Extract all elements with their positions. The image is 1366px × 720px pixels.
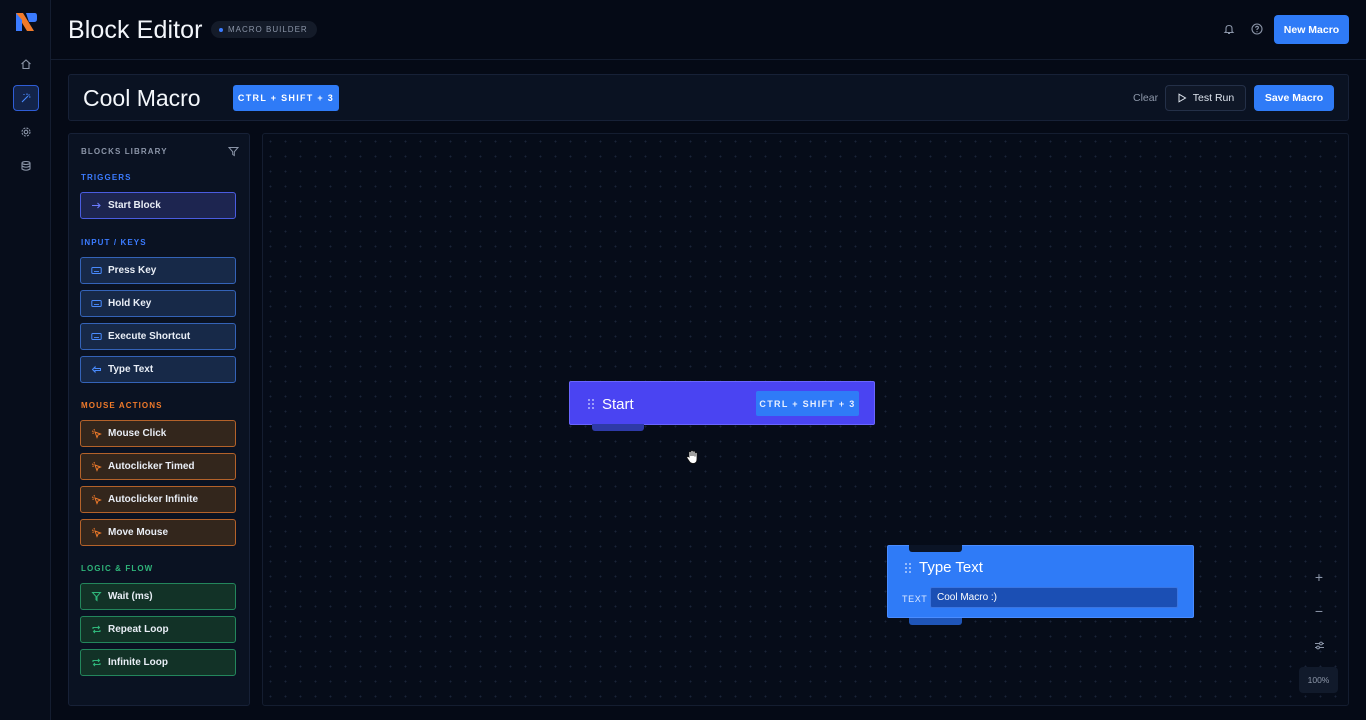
- pointer-click-icon: [91, 428, 102, 439]
- sliders-icon: [1314, 641, 1324, 649]
- test-run-label: Test Run: [1192, 92, 1235, 104]
- wand-icon: [21, 93, 31, 103]
- block-label: Repeat Loop: [108, 624, 169, 635]
- block-start[interactable]: Start Block: [80, 192, 236, 219]
- arrow-right-icon: [92, 202, 101, 209]
- category-triggers: TRIGGERS: [81, 173, 132, 182]
- block-label: Mouse Click: [108, 428, 167, 439]
- block-wait[interactable]: Wait (ms): [80, 583, 236, 610]
- nav-settings[interactable]: [13, 119, 39, 145]
- keyboard-icon: [91, 267, 102, 274]
- home-icon: [21, 59, 31, 70]
- block-repeat-loop[interactable]: Repeat Loop: [80, 616, 236, 643]
- block-label: Autoclicker Infinite: [108, 494, 199, 505]
- type-text-node-input-connector[interactable]: [909, 545, 962, 552]
- database-icon: [21, 160, 31, 171]
- blocks-library: BLOCKS LIBRARY TRIGGERS Start Block INPU…: [68, 133, 250, 706]
- start-node-shortcut[interactable]: CTRL + SHIFT + 3: [756, 391, 859, 416]
- zoom-in-button[interactable]: +: [1311, 569, 1327, 585]
- block-label: Infinite Loop: [108, 657, 168, 668]
- start-node-title: Start: [602, 396, 634, 413]
- block-label: Execute Shortcut: [108, 331, 191, 342]
- block-label: Autoclicker Timed: [108, 461, 195, 472]
- library-title: BLOCKS LIBRARY: [81, 147, 168, 156]
- zoom-out-button[interactable]: −: [1311, 603, 1327, 619]
- macro-name[interactable]: Cool Macro: [83, 85, 201, 112]
- keyboard-icon: [91, 300, 102, 307]
- top-header: Block Editor MACRO BUILDER New Macro: [51, 0, 1366, 60]
- pointer-click-icon: [91, 494, 102, 505]
- play-icon: [1178, 93, 1187, 103]
- block-execute-shortcut[interactable]: Execute Shortcut: [80, 323, 236, 350]
- editor-canvas[interactable]: Start CTRL + SHIFT + 3 Type Text TEXT Co…: [262, 133, 1349, 706]
- nav-home[interactable]: [13, 51, 39, 77]
- block-autoclicker-timed[interactable]: Autoclicker Timed: [80, 453, 236, 480]
- type-text-node-output-connector[interactable]: [909, 618, 962, 625]
- badge-label: MACRO BUILDER: [228, 25, 308, 34]
- keyboard-icon: [91, 333, 102, 340]
- gear-icon: [21, 127, 31, 137]
- notifications-button[interactable]: [1222, 22, 1236, 36]
- drag-handle-icon[interactable]: [587, 398, 595, 410]
- category-logic-flow: LOGIC & FLOW: [81, 564, 154, 573]
- hourglass-icon: [91, 592, 102, 602]
- repeat-icon: [92, 625, 101, 634]
- macro-shortcut-chip[interactable]: CTRL + SHIFT + 3: [233, 85, 339, 111]
- block-label: Move Mouse: [108, 527, 169, 538]
- block-hold-key[interactable]: Hold Key: [80, 290, 236, 317]
- block-mouse-click[interactable]: Mouse Click: [80, 420, 236, 447]
- block-label: Start Block: [108, 200, 161, 211]
- badge-dot-icon: [219, 27, 223, 32]
- block-label: Wait (ms): [108, 591, 153, 602]
- type-text-node[interactable]: Type Text TEXT Cool Macro :): [887, 545, 1194, 625]
- type-icon: [91, 365, 101, 374]
- canvas-settings-button[interactable]: [1311, 637, 1327, 653]
- bell-icon: [1223, 24, 1235, 35]
- drag-handle-icon[interactable]: [904, 562, 912, 574]
- block-label: Type Text: [108, 364, 154, 375]
- block-autoclicker-infinite[interactable]: Autoclicker Infinite: [80, 486, 236, 513]
- app-logo-icon[interactable]: [14, 11, 38, 33]
- filter-icon[interactable]: [228, 146, 239, 157]
- macro-toolbar: Cool Macro CTRL + SHIFT + 3 Clear Test R…: [68, 74, 1349, 121]
- block-type-text[interactable]: Type Text: [80, 356, 236, 383]
- pointer-click-icon: [91, 461, 102, 472]
- left-rail: [0, 0, 51, 720]
- hand-cursor-icon: [686, 450, 698, 464]
- block-label: Hold Key: [108, 298, 152, 309]
- macro-builder-badge: MACRO BUILDER: [211, 21, 317, 38]
- page-title: Block Editor: [68, 16, 203, 44]
- start-node[interactable]: Start CTRL + SHIFT + 3: [569, 381, 875, 431]
- block-label: Press Key: [108, 265, 157, 276]
- type-text-node-title: Type Text: [919, 559, 983, 576]
- category-input-keys: INPUT / KEYS: [81, 238, 147, 247]
- text-field-input[interactable]: Cool Macro :): [930, 587, 1178, 608]
- block-press-key[interactable]: Press Key: [80, 257, 236, 284]
- block-infinite-loop[interactable]: Infinite Loop: [80, 649, 236, 676]
- help-button[interactable]: [1250, 22, 1264, 36]
- help-icon: [1251, 23, 1263, 35]
- zoom-level[interactable]: 100%: [1299, 667, 1338, 693]
- category-mouse-actions: MOUSE ACTIONS: [81, 401, 163, 410]
- test-run-button[interactable]: Test Run: [1165, 85, 1246, 111]
- nav-block-editor[interactable]: [13, 85, 39, 111]
- save-macro-button[interactable]: Save Macro: [1254, 85, 1334, 111]
- repeat-icon: [92, 658, 101, 667]
- block-move-mouse[interactable]: Move Mouse: [80, 519, 236, 546]
- new-macro-button[interactable]: New Macro: [1274, 15, 1349, 44]
- text-field-label: TEXT: [902, 594, 928, 604]
- clear-button[interactable]: Clear: [1133, 92, 1158, 104]
- nav-database[interactable]: [13, 153, 39, 179]
- start-node-connector[interactable]: [592, 424, 644, 431]
- pointer-click-icon: [91, 527, 102, 538]
